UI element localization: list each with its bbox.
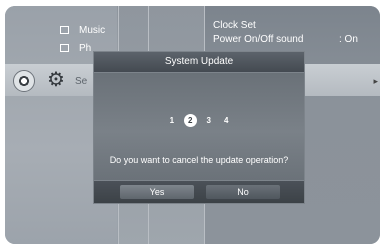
power-sound-label: Power On/Off sound [213, 34, 304, 45]
step-3: 3 [206, 116, 211, 125]
music-icon [60, 26, 69, 34]
menu-item-photo[interactable]: Ph [79, 43, 91, 54]
step-indicator: 1 2 3 4 [94, 110, 304, 128]
arrow-right-icon: ▸ [373, 76, 378, 86]
yes-button[interactable]: Yes [120, 185, 194, 199]
no-button[interactable]: No [206, 185, 280, 199]
menu-item-music[interactable]: Music [79, 25, 105, 36]
dialog-button-bar: Yes No [93, 180, 305, 204]
dialog-title: System Update [164, 56, 234, 67]
menu-item-settings[interactable]: Se [75, 76, 87, 87]
power-sound-value: : On [339, 34, 358, 45]
gear-icon[interactable]: ⚙ [47, 70, 65, 90]
step-2-active: 2 [183, 114, 197, 127]
dialog-body: 1 2 3 4 Do you want to cancel the update… [93, 73, 305, 180]
photo-icon [60, 44, 69, 52]
step-1: 1 [169, 116, 175, 125]
disc-icon [13, 70, 35, 92]
system-update-dialog: System Update 1 2 3 4 Do you want to can… [93, 51, 305, 204]
tv-screen: Music Ph ⚙ Se Clock Set Power On/Off sou… [5, 6, 380, 244]
step-4: 4 [223, 116, 229, 125]
dialog-header: System Update [93, 51, 305, 73]
clock-set-label: Clock Set [213, 20, 256, 31]
dialog-message: Do you want to cancel the update operati… [109, 155, 289, 165]
